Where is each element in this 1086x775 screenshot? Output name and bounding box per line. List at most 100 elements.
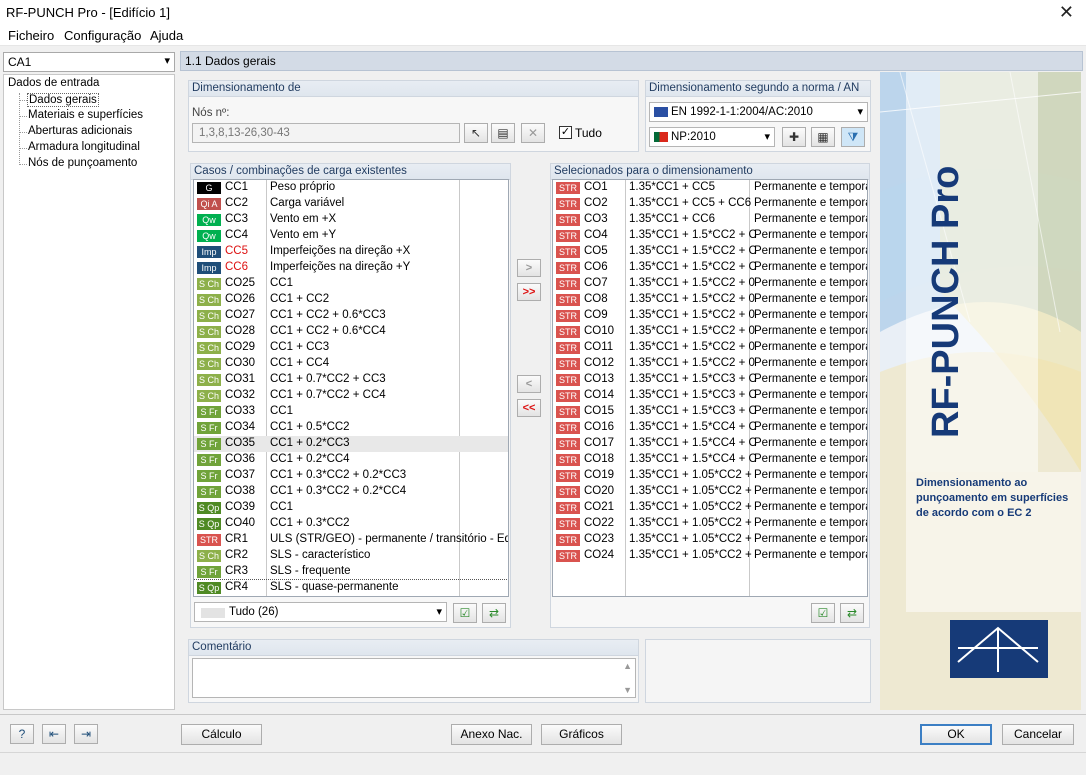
list-item[interactable]: S Ch CR2 SLS - característico xyxy=(194,548,508,564)
add-all-button[interactable]: >> xyxy=(517,283,541,301)
invert-selected-icon[interactable]: ⇄ xyxy=(840,603,864,623)
ok-button[interactable]: OK xyxy=(920,724,992,745)
list-item[interactable]: Qi A CC2 Carga variável xyxy=(194,196,508,212)
combination-formula: 1.35*CC1 + 1.05*CC2 + xyxy=(629,469,752,481)
cancel-button[interactable]: Cancelar xyxy=(1002,724,1074,745)
annex-select[interactable]: NP:2010 ▾ xyxy=(649,127,775,147)
list-item[interactable]: S Fr CO35 CC1 + 0.2*CC3 xyxy=(194,436,508,452)
list-item[interactable]: STR CO12 1.35*CC1 + 1.5*CC2 + 0 Permanente … xyxy=(553,356,867,372)
list-item[interactable]: S Ch CO27 CC1 + CC2 + 0.6*CC3 xyxy=(194,308,508,324)
list-item[interactable]: STR CO9 1.35*CC1 + 1.5*CC2 + 0 Permanente e… xyxy=(553,308,867,324)
list-item[interactable]: S Qp CO39 CC1 xyxy=(194,500,508,516)
pt-flag-icon xyxy=(654,132,668,142)
list-item[interactable]: STR CO16 1.35*CC1 + 1.5*CC4 + C Permanente … xyxy=(553,420,867,436)
graphics-button[interactable]: Gráficos xyxy=(541,724,622,745)
list-item[interactable]: S Ch CO26 CC1 + CC2 xyxy=(194,292,508,308)
list-item[interactable]: S Fr CO38 CC1 + 0.3*CC2 + 0.2*CC4 xyxy=(194,484,508,500)
type-badge: STR xyxy=(556,422,580,434)
list-item[interactable]: STR CO22 1.35*CC1 + 1.05*CC2 + Permanente e… xyxy=(553,516,867,532)
scroll-up-icon[interactable]: ▲ xyxy=(623,661,632,671)
list-item[interactable]: STR CR1 ULS (STR/GEO) - permanente / trans… xyxy=(194,532,508,548)
list-item[interactable]: STR CO4 1.35*CC1 + 1.5*CC2 + C Permanente e… xyxy=(553,228,867,244)
combination-type: Permanente e temporár xyxy=(754,245,868,257)
nodes-input[interactable]: 1,3,8,13-26,30-43 xyxy=(192,123,460,143)
export-icon[interactable]: ⇥ xyxy=(74,724,98,744)
list-item[interactable]: STR CO17 1.35*CC1 + 1.5*CC4 + C Permanente … xyxy=(553,436,867,452)
list-item[interactable]: Qw CC4 Vento em +Y xyxy=(194,228,508,244)
help-icon[interactable]: ? xyxy=(10,724,34,744)
edit-annex-icon[interactable]: ▦ xyxy=(811,127,835,147)
list-item[interactable]: STR CO21 1.35*CC1 + 1.05*CC2 + Permanente e… xyxy=(553,500,867,516)
invert-selection-icon[interactable]: ⇄ xyxy=(482,603,506,623)
all-checkbox[interactable]: ✓ xyxy=(559,126,572,139)
nav-item-materiais[interactable]: Materiais e superfícies xyxy=(28,109,143,121)
close-icon[interactable]: ✕ xyxy=(1059,2,1074,23)
list-item[interactable]: STR CO24 1.35*CC1 + 1.05*CC2 + Permanente e… xyxy=(553,548,867,564)
list-item[interactable]: S Fr CO34 CC1 + 0.5*CC2 xyxy=(194,420,508,436)
case-combo[interactable]: CA1 ▾ xyxy=(3,52,175,72)
list-item[interactable]: S Fr CO33 CC1 xyxy=(194,404,508,420)
list-item[interactable]: STR CO10 1.35*CC1 + 1.5*CC2 + 0 Permanente … xyxy=(553,324,867,340)
list-item[interactable]: G CC1 Peso próprio xyxy=(194,180,508,196)
list-item[interactable]: S Ch CO25 CC1 xyxy=(194,276,508,292)
list-item[interactable]: STR CO8 1.35*CC1 + 1.5*CC2 + 0 Permanente e… xyxy=(553,292,867,308)
clear-selection-icon[interactable]: ✕ xyxy=(521,123,545,143)
list-item[interactable]: Imp CC5 Imperfeições na direção +X xyxy=(194,244,508,260)
type-badge: STR xyxy=(556,518,580,530)
list-item[interactable]: STR CO7 1.35*CC1 + 1.5*CC2 + 0 Permanente e… xyxy=(553,276,867,292)
annex-button[interactable]: Anexo Nac. xyxy=(451,724,532,745)
list-item[interactable]: S Ch CO29 CC1 + CC3 xyxy=(194,340,508,356)
list-item[interactable]: STR CO1 1.35*CC1 + CC5 Permanente e temporá… xyxy=(553,180,867,196)
list-item[interactable]: S Fr CR3 SLS - frequente xyxy=(194,564,508,580)
nav-root[interactable]: Dados de entrada xyxy=(8,77,99,89)
nav-item-dados-gerais[interactable]: Dados gerais xyxy=(27,93,99,107)
standard-select[interactable]: EN 1992-1-1:2004/AC:2010 ▾ xyxy=(649,102,868,122)
nav-item-nos-puncoamento[interactable]: Nós de punçoamento xyxy=(28,157,137,169)
list-item[interactable]: STR CO14 1.35*CC1 + 1.5*CC3 + C Permanente … xyxy=(553,388,867,404)
menu-ficheiro[interactable]: Ficheiro xyxy=(8,28,54,43)
select-all-selected-icon[interactable]: ☑ xyxy=(811,603,835,623)
existing-list[interactable]: G CC1 Peso próprio Qi A CC2 Carga variável Qw C… xyxy=(193,179,509,597)
list-item[interactable]: STR CO23 1.35*CC1 + 1.05*CC2 + Permanente e… xyxy=(553,532,867,548)
list-item[interactable]: STR CO15 1.35*CC1 + 1.5*CC3 + C Permanente … xyxy=(553,404,867,420)
menu-configuracao[interactable]: Configuração xyxy=(64,28,141,43)
list-item[interactable]: STR CO5 1.35*CC1 + 1.5*CC2 + C Permanente e… xyxy=(553,244,867,260)
list-item[interactable]: S Fr CO36 CC1 + 0.2*CC4 xyxy=(194,452,508,468)
filter-icon[interactable]: ⧩ xyxy=(841,127,865,147)
list-item[interactable]: STR CO18 1.35*CC1 + 1.5*CC4 + C Permanente … xyxy=(553,452,867,468)
filter-select[interactable]: Tudo (26) ▾ xyxy=(194,602,447,622)
list-item[interactable]: S Fr CO37 CC1 + 0.3*CC2 + 0.2*CC3 xyxy=(194,468,508,484)
list-item[interactable]: Qw CC3 Vento em +X xyxy=(194,212,508,228)
brand-description: Dimensionamento ao punçoamento em superf… xyxy=(916,477,1069,519)
add-selected-button[interactable]: > xyxy=(517,259,541,277)
list-item[interactable]: STR CO6 1.35*CC1 + 1.5*CC2 + C Permanente e… xyxy=(553,260,867,276)
list-item[interactable]: S Qp CR4 SLS - quase-permanente xyxy=(194,579,508,596)
pick-node-icon[interactable]: ↖ xyxy=(464,123,488,143)
list-item[interactable]: STR CO3 1.35*CC1 + CC6 Permanente e temporá… xyxy=(553,212,867,228)
nav-item-armadura[interactable]: Armadura longitudinal xyxy=(28,141,140,153)
list-item[interactable]: STR CO13 1.35*CC1 + 1.5*CC3 + C Permanente … xyxy=(553,372,867,388)
nav-item-aberturas[interactable]: Aberturas adicionais xyxy=(28,125,132,137)
new-annex-icon[interactable]: ✚ xyxy=(782,127,806,147)
remove-selected-button[interactable]: < xyxy=(517,375,541,393)
select-all-icon[interactable]: ☑ xyxy=(453,603,477,623)
case-code: CO27 xyxy=(225,309,256,321)
remove-all-button[interactable]: << xyxy=(517,399,541,417)
calc-button[interactable]: Cálculo xyxy=(181,724,262,745)
list-item[interactable]: S Ch CO31 CC1 + 0.7*CC2 + CC3 xyxy=(194,372,508,388)
list-item[interactable]: S Ch CO28 CC1 + CC2 + 0.6*CC4 xyxy=(194,324,508,340)
selected-list[interactable]: STR CO1 1.35*CC1 + CC5 Permanente e temporá… xyxy=(552,179,868,597)
list-item[interactable]: STR CO19 1.35*CC1 + 1.05*CC2 + Permanente e… xyxy=(553,468,867,484)
import-icon[interactable]: ⇤ xyxy=(42,724,66,744)
list-item[interactable]: S Qp CO40 CC1 + 0.3*CC2 xyxy=(194,516,508,532)
list-item[interactable]: STR CO20 1.35*CC1 + 1.05*CC2 + Permanente e… xyxy=(553,484,867,500)
list-item[interactable]: STR CO11 1.35*CC1 + 1.5*CC2 + 0 Permanente … xyxy=(553,340,867,356)
list-item[interactable]: S Ch CO32 CC1 + 0.7*CC2 + CC4 xyxy=(194,388,508,404)
select-nodes-icon[interactable]: ▤ xyxy=(491,123,515,143)
menu-ajuda[interactable]: Ajuda xyxy=(150,28,183,43)
list-item[interactable]: STR CO2 1.35*CC1 + CC5 + CC6 Permanente e t… xyxy=(553,196,867,212)
scroll-down-icon[interactable]: ▼ xyxy=(623,685,632,695)
list-item[interactable]: S Ch CO30 CC1 + CC4 xyxy=(194,356,508,372)
list-item[interactable]: Imp CC6 Imperfeições na direção +Y xyxy=(194,260,508,276)
comment-field[interactable]: ▲ ▼ xyxy=(192,658,636,698)
